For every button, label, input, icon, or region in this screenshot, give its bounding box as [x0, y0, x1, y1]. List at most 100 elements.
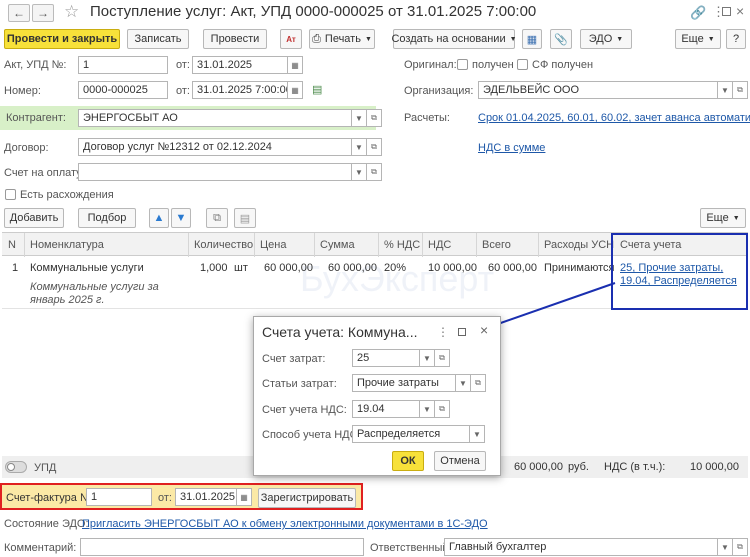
close-icon[interactable]: ×	[480, 322, 488, 338]
usn-toggle[interactable]	[5, 461, 27, 473]
open-icon[interactable]: ⧉	[434, 349, 450, 367]
col-total[interactable]: Всего	[482, 239, 511, 251]
chevron-down-icon[interactable]: ▼	[717, 81, 733, 99]
chevron-down-icon[interactable]: ▼	[455, 374, 471, 392]
comment-field[interactable]	[80, 538, 364, 556]
more-button[interactable]: Еще ▼	[675, 29, 721, 49]
calendar-icon[interactable]: ▦	[236, 488, 252, 506]
post-button[interactable]: Провести	[203, 29, 267, 49]
chevron-down-icon[interactable]: ▼	[419, 400, 435, 418]
title-bar: ← → ☆ Поступление услуг: Акт, УПД 0000-0…	[0, 0, 750, 26]
responsible-field[interactable]: Главный бухгалтер	[444, 538, 718, 556]
chevron-down-icon[interactable]: ▼	[419, 349, 435, 367]
chevron-down-icon[interactable]: ▼	[351, 138, 367, 156]
maximize-icon[interactable]	[458, 328, 466, 336]
chevron-down-icon[interactable]: ▼	[351, 163, 367, 181]
back-button[interactable]: ←	[8, 4, 30, 22]
counterparty-field[interactable]: ЭНЕРГОСБЫТ АО	[78, 109, 352, 127]
settlements-link[interactable]: Срок 01.04.2025, 60.01, 60.02, зачет ава…	[478, 112, 750, 124]
col-price[interactable]: Цена	[260, 239, 286, 251]
table-more-button[interactable]: Еще ▼	[700, 208, 746, 228]
act-number-label: Акт, УПД №:	[4, 59, 67, 71]
received-label: получен	[472, 59, 514, 71]
calendar-icon[interactable]: ▦	[287, 56, 303, 74]
vat-in-sum-link[interactable]: НДС в сумме	[478, 142, 545, 154]
number-date-field[interactable]: 31.01.2025 7:00:00	[192, 81, 288, 99]
register-button[interactable]: Зарегистрировать	[258, 488, 356, 508]
col-item[interactable]: Номенклатура	[30, 239, 104, 251]
col-qty[interactable]: Количество	[194, 239, 253, 251]
print-button[interactable]: ⎙ Печать ▼	[309, 29, 375, 49]
add-row-button[interactable]: Добавить	[4, 208, 64, 228]
contract-field[interactable]: Договор услуг №12312 от 02.12.2024	[78, 138, 352, 156]
attach-button[interactable]: 📎	[550, 29, 572, 49]
select-button[interactable]: Подбор	[78, 208, 136, 228]
discrepancy-label: Есть расхождения	[20, 189, 114, 201]
vat-total-label: НДС (в т.ч.):	[604, 461, 666, 473]
dialog-title: Счета учета: Коммуна...	[262, 324, 418, 340]
chevron-down-icon[interactable]: ▼	[469, 425, 485, 443]
act-number-field[interactable]: 1	[78, 56, 168, 74]
chevron-down-icon[interactable]: ▼	[717, 538, 733, 556]
col-n[interactable]: N	[8, 239, 16, 251]
move-down-button[interactable]: ▼	[171, 208, 191, 228]
save-button[interactable]: Записать	[127, 29, 189, 49]
open-icon[interactable]: ⧉	[366, 163, 382, 181]
act-date-label: от:	[176, 59, 190, 71]
sf-number-field[interactable]: 1	[86, 488, 152, 506]
open-icon[interactable]: ⧉	[470, 374, 486, 392]
act-date-field[interactable]: 31.01.2025	[192, 56, 288, 74]
col-vat[interactable]: НДС	[428, 239, 451, 251]
cost-account-field[interactable]: 25	[352, 349, 420, 367]
link-icon[interactable]: 🔗	[690, 5, 706, 21]
edo-button[interactable]: ЭДО ▼	[580, 29, 632, 49]
stamp-icon[interactable]: ▤	[312, 83, 322, 96]
received-checkbox[interactable]	[457, 59, 468, 70]
vat-account-field[interactable]: 19.04	[352, 400, 420, 418]
open-icon[interactable]: ⧉	[732, 81, 748, 99]
forward-button[interactable]: →	[32, 4, 54, 22]
cancel-button[interactable]: Отмена	[434, 451, 486, 471]
open-icon[interactable]: ⧉	[434, 400, 450, 418]
vat-method-field[interactable]: Распределяется	[352, 425, 470, 443]
col-divider	[188, 233, 189, 257]
create-based-button[interactable]: Создать на основании ▼	[391, 29, 517, 49]
structure-button[interactable]: ▦	[522, 29, 542, 49]
kebab-icon[interactable]: ⋮	[437, 325, 449, 339]
paste-button[interactable]: ▤	[234, 208, 256, 228]
move-up-button[interactable]: ▲	[149, 208, 169, 228]
edo-label: ЭДО	[588, 33, 613, 45]
original-label: Оригинал:	[404, 59, 457, 71]
row-accounts-link[interactable]: 25, Прочие затраты, 19.04, Распределяетс…	[620, 262, 744, 288]
copy-button[interactable]: ⧉	[206, 208, 228, 228]
col-vat-rate[interactable]: % НДС	[384, 239, 420, 251]
maximize-icon[interactable]	[722, 7, 731, 16]
organization-label: Организация:	[404, 85, 474, 97]
invoice-field[interactable]	[78, 163, 352, 181]
help-button[interactable]: ?	[726, 29, 746, 49]
cost-item-field[interactable]: Прочие затраты	[352, 374, 456, 392]
chevron-down-icon[interactable]: ▼	[351, 109, 367, 127]
open-icon[interactable]: ⧉	[732, 538, 748, 556]
number-field[interactable]: 0000-000025	[78, 81, 168, 99]
calendar-icon[interactable]: ▦	[287, 81, 303, 99]
dt-kt-button[interactable]: Ат	[280, 29, 302, 49]
chevron-down-icon: ▼	[616, 35, 624, 43]
col-sum[interactable]: Сумма	[320, 239, 355, 251]
table-more-label: Еще	[706, 212, 729, 224]
post-and-close-button[interactable]: Провести и закрыть	[4, 29, 120, 49]
edo-invite-link[interactable]: Пригласить ЭНЕРГОСБЫТ АО к обмену электр…	[82, 518, 488, 530]
discrepancy-checkbox[interactable]	[5, 189, 16, 200]
sf-date-field[interactable]: 31.01.2025	[175, 488, 237, 506]
col-usn[interactable]: Расходы УСН	[544, 239, 614, 251]
sf-received-checkbox[interactable]	[517, 59, 528, 70]
star-icon[interactable]: ☆	[64, 2, 79, 22]
open-icon[interactable]: ⧉	[366, 138, 382, 156]
row-vat: 10 000,00	[428, 262, 477, 274]
close-icon[interactable]: ×	[736, 3, 744, 19]
open-icon[interactable]: ⧉	[366, 109, 382, 127]
ok-button[interactable]: ОК	[392, 451, 424, 471]
print-label: Печать	[324, 33, 361, 45]
connector-line	[494, 282, 616, 326]
organization-field[interactable]: ЭДЕЛЬВЕЙС ООО	[478, 81, 718, 99]
